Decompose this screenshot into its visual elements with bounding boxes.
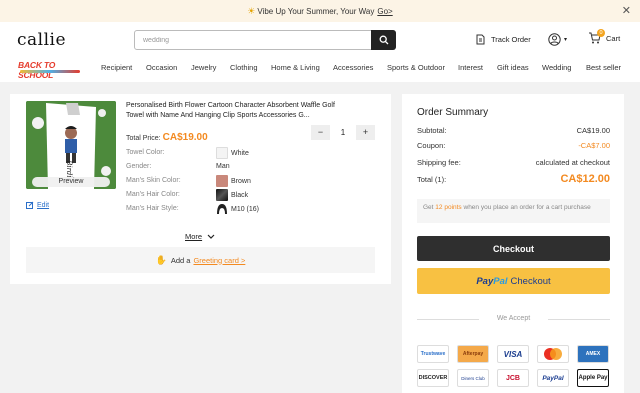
cart-link[interactable]: 0 Cart	[588, 29, 621, 44]
user-icon	[548, 33, 561, 46]
cart-label: Cart	[606, 33, 621, 43]
product-price: Total Price: CA$19.00	[126, 132, 208, 143]
promo-banner: ☀ Vibe Up Your Summer, Your Way Go> ✕	[0, 0, 640, 22]
nav-item-wedding[interactable]: Wedding	[542, 63, 571, 72]
product-image[interactable]: Birdie	[26, 101, 116, 189]
paypal-icon: PayPal	[537, 369, 569, 387]
towel-illustration: Birdie	[26, 101, 116, 189]
points-notice: Get 12 points when you place an order fo…	[417, 199, 610, 223]
checkout-button[interactable]: Checkout	[417, 236, 610, 261]
nav-item-interest[interactable]: Interest	[458, 63, 483, 72]
coupon-row: Coupon: -CA$7.00	[417, 141, 610, 150]
more-attributes-toggle[interactable]: More	[185, 232, 215, 241]
paypal-logo: Pay	[476, 275, 494, 287]
header: callie Track Order ▾ 0 Cart BACK TO SCHO…	[0, 22, 640, 82]
banner-link[interactable]: Go>	[377, 7, 392, 16]
track-order-icon	[476, 34, 485, 45]
track-order-label: Track Order	[491, 35, 531, 44]
jcb-icon: JCB	[497, 369, 529, 387]
attr-label: Man's Skin Color:	[126, 177, 181, 184]
attr-label: Man's Hair Style:	[126, 205, 179, 212]
close-icon[interactable]: ✕	[622, 4, 631, 17]
price-value: CA$19.00	[162, 132, 208, 143]
order-summary-title: Order Summary	[417, 107, 489, 118]
back-to-school-promo[interactable]: BACK TO SCHOOL	[16, 58, 86, 80]
increase-quantity-button[interactable]: +	[356, 125, 375, 140]
subtotal-row: Subtotal: CA$19.00	[417, 126, 610, 135]
mastercard-icon	[537, 345, 569, 363]
diners-club-icon: Diners Club	[457, 369, 489, 387]
total-row: Total (1): CA$12.00	[417, 173, 610, 185]
attr-label: Towel Color:	[126, 149, 165, 156]
nav-item-clothing[interactable]: Clothing	[230, 63, 258, 72]
order-summary: Order Summary Subtotal: CA$19.00 Coupon:…	[402, 94, 624, 393]
decrease-quantity-button[interactable]: −	[311, 125, 330, 140]
nav-item-sports-outdoor[interactable]: Sports & Outdoor	[387, 63, 445, 72]
subtotal-value: CA$19.00	[576, 126, 610, 135]
hair-style-icon	[217, 204, 227, 214]
account-menu[interactable]: ▾	[548, 33, 567, 46]
afterpay-icon: Afterpay	[457, 345, 489, 363]
attr-value: Man	[216, 163, 230, 170]
hand-icon: ✋	[155, 254, 167, 265]
preview-button[interactable]: Preview	[32, 177, 110, 187]
coupon-value: -CA$7.00	[578, 141, 610, 150]
product-title[interactable]: Personalised Birth Flower Cartoon Charac…	[126, 101, 341, 121]
nav-item-home-living[interactable]: Home & Living	[271, 63, 320, 72]
attr-label: Gender:	[126, 163, 152, 170]
chevron-down-icon	[207, 234, 215, 239]
skin-color-swatch	[216, 175, 228, 187]
attr-label: Man's Hair Color:	[126, 191, 180, 198]
paypal-checkout-button[interactable]: Pay Pal Checkout	[417, 268, 610, 294]
towel-color-swatch	[216, 147, 228, 159]
total-value: CA$12.00	[560, 173, 610, 185]
search-button[interactable]	[371, 30, 396, 50]
add-greeting-card-link[interactable]: Greeting card >	[193, 256, 245, 265]
banner-text: Vibe Up Your Summer, Your Way	[257, 6, 375, 16]
cart-count-badge: 0	[597, 29, 605, 37]
cart-item-card: Birdie Preview Edit Personalised Birth F…	[10, 94, 391, 284]
amex-icon: AMEX	[577, 345, 609, 363]
nav-item-accessories[interactable]: Accessories	[333, 63, 373, 72]
hair-color-swatch	[216, 189, 228, 201]
shipping-value: calculated at checkout	[535, 158, 610, 167]
apple-pay-icon: Apple Pay	[577, 369, 609, 387]
search-bar	[134, 30, 396, 50]
category-nav: BACK TO SCHOOL Recipient Occasion Jewelr…	[0, 60, 640, 80]
search-input[interactable]	[135, 31, 371, 49]
attr-value: Black	[216, 189, 248, 201]
edit-link[interactable]: Edit	[26, 201, 49, 209]
quantity-stepper: − 1 +	[311, 125, 375, 140]
attr-value: White	[216, 147, 249, 159]
discover-icon: DISCOVER	[417, 369, 449, 387]
attr-value: Brown	[216, 175, 251, 187]
nav-item-recipient[interactable]: Recipient	[101, 63, 132, 72]
greeting-card-bar: ✋ Add a Greeting card >	[26, 247, 375, 273]
track-order-link[interactable]: Track Order	[475, 34, 531, 45]
nav-item-best-seller[interactable]: Best seller	[586, 63, 621, 72]
sun-icon: ☀	[247, 5, 256, 16]
edit-icon	[26, 201, 34, 209]
nav-item-gift-ideas[interactable]: Gift ideas	[497, 63, 529, 72]
we-accept-label: We Accept	[417, 315, 610, 322]
attr-value: M10 (16)	[216, 203, 259, 215]
nav-item-occasion[interactable]: Occasion	[146, 63, 177, 72]
nav-item-jewelry[interactable]: Jewelry	[191, 63, 216, 72]
trustwave-icon: Trustwave	[417, 345, 449, 363]
logo[interactable]: callie	[17, 30, 66, 50]
visa-icon: VISA	[497, 345, 529, 363]
shipping-row: Shipping fee: calculated at checkout	[417, 158, 610, 167]
search-icon	[379, 35, 388, 45]
chevron-down-icon: ▾	[564, 37, 568, 43]
quantity-value[interactable]: 1	[330, 128, 356, 137]
